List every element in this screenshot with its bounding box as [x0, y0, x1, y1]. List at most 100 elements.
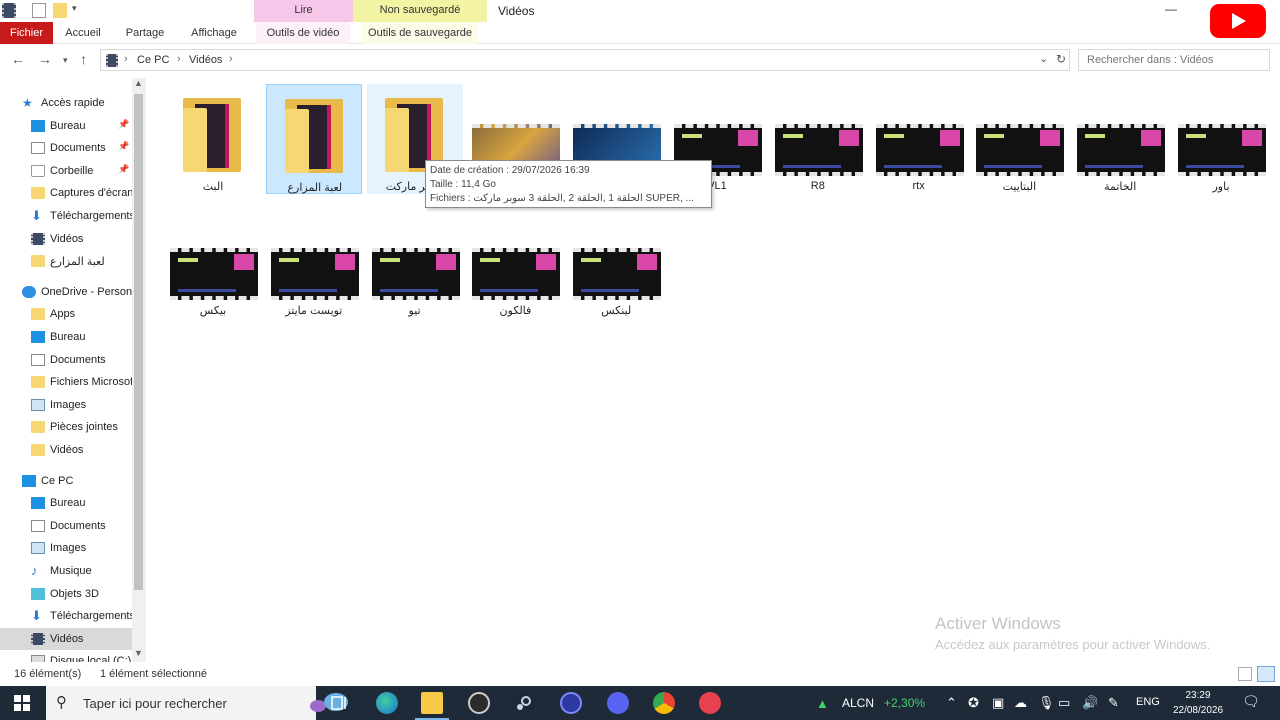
sidebar-item[interactable]: Corbeille 📌 — [0, 160, 132, 182]
sidebar-item[interactable]: Images — [0, 394, 132, 416]
folder-item[interactable]: البث — [165, 84, 261, 194]
breadcrumb-chevron-icon[interactable]: › — [124, 53, 128, 65]
stock-ticker[interactable]: ALCN — [842, 696, 874, 710]
details-view-icon[interactable] — [1238, 667, 1252, 681]
pin-icon: 📌 — [118, 141, 130, 152]
clock-date: 22/08/2026 — [1172, 705, 1224, 716]
stock-change[interactable]: +2,30% — [884, 696, 925, 710]
sidebar-item[interactable]: Captures d'écran — [0, 182, 132, 204]
sidebar-item[interactable]: Objets 3D — [0, 583, 132, 605]
customize-qat-icon[interactable]: ▾ — [72, 3, 86, 18]
video-item[interactable]: لينكس — [568, 208, 664, 318]
tab-outils-de-video[interactable]: Outils de vidéo — [256, 22, 350, 44]
new-folder-icon[interactable] — [53, 3, 67, 18]
microphone-icon[interactable]: 🎙 — [1038, 695, 1055, 711]
sidebar-item[interactable]: Bureau 📌 — [0, 115, 132, 137]
file-explorer-icon[interactable] — [415, 692, 449, 720]
video-item[interactable]: rtx — [871, 84, 967, 194]
pen-workspace-icon[interactable]: ✎ — [1108, 695, 1119, 711]
tab-fichier[interactable]: Fichier — [0, 22, 53, 44]
breadcrumb-chevron-icon[interactable]: › — [177, 53, 181, 65]
sidebar-item[interactable]: ★ Accès rapide — [0, 92, 132, 114]
video-item[interactable]: R8 — [770, 84, 866, 194]
sidebar-scrollbar[interactable]: ▲ ▼ — [132, 78, 146, 662]
up-arrow-icon[interactable]: ↑ — [80, 51, 87, 67]
breadcrumb-chevron-icon[interactable]: › — [229, 53, 233, 65]
refresh-icon[interactable]: ↻ — [1056, 52, 1066, 66]
onedrive-cloud-icon[interactable]: ☁ — [1014, 695, 1027, 711]
sidebar-item[interactable]: Documents — [0, 515, 132, 537]
sidebar-item[interactable]: Apps — [0, 303, 132, 325]
minimize-button[interactable]: — — [1165, 2, 1177, 16]
discord-icon[interactable] — [607, 692, 629, 714]
breadcrumb-ce-pc[interactable]: Ce PC — [137, 54, 169, 66]
sidebar-scroll-thumb[interactable] — [134, 94, 143, 590]
sidebar-item[interactable]: Ce PC — [0, 470, 132, 492]
folder-item[interactable]: لعبة المزارع — [265, 84, 362, 194]
download-icon: ⬇ — [31, 208, 42, 223]
sidebar-item[interactable]: Images — [0, 537, 132, 559]
taskbar-search[interactable]: ⚲ Taper ici pour rechercher — [46, 686, 348, 720]
sidebar-item[interactable]: Vidéos — [0, 228, 132, 250]
sidebar-item[interactable]: Documents 📌 — [0, 137, 132, 159]
tab-affichage[interactable]: Affichage — [186, 22, 242, 44]
video-item[interactable]: تيو — [367, 208, 463, 318]
network-icon[interactable]: ▭ — [1058, 695, 1070, 711]
edge-browser-icon[interactable] — [376, 692, 398, 714]
video-item[interactable]: الخاتمة — [1072, 84, 1168, 194]
tab-outils-de-sauvegarde[interactable]: Outils de sauvegarde — [362, 22, 478, 44]
scroll-up-icon[interactable]: ▲ — [134, 78, 143, 88]
sidebar-item[interactable]: Disque local (C:) — [0, 650, 132, 662]
obs-studio-icon[interactable] — [468, 692, 490, 714]
sidebar-item[interactable]: Bureau — [0, 326, 132, 348]
sidebar-item-label: لعبة المزارع — [50, 256, 105, 269]
sidebar-item[interactable]: Vidéos — [0, 627, 132, 650]
language-indicator[interactable]: ENG — [1136, 696, 1160, 708]
sidebar-item[interactable]: لعبة المزارع — [0, 250, 132, 272]
notification-icon[interactable]: 🗨 — [1242, 693, 1260, 710]
steam-icon[interactable] — [513, 692, 535, 714]
search-box[interactable] — [1078, 49, 1270, 71]
screen-recorder-icon[interactable] — [699, 692, 721, 714]
video-item[interactable]: باور — [1173, 84, 1269, 194]
video-item[interactable]: بيكس — [165, 208, 261, 318]
video-item[interactable]: تويست مايتز — [266, 208, 362, 318]
sidebar-item[interactable]: Vidéos — [0, 439, 132, 461]
properties-icon[interactable] — [32, 3, 46, 18]
scroll-down-icon[interactable]: ▼ — [134, 648, 143, 658]
address-bar[interactable]: › Ce PC › Vidéos › ⌄ ↻ — [100, 49, 1070, 71]
task-view-icon[interactable] — [328, 692, 350, 714]
folder-info-tooltip: Date de création : 29/07/2026 16:39 Tail… — [425, 160, 712, 208]
back-arrow-icon[interactable]: ← — [11, 51, 25, 67]
video-item[interactable]: فالكون — [467, 208, 563, 318]
chrome-icon[interactable] — [653, 692, 675, 714]
tab-accueil[interactable]: Accueil — [60, 22, 106, 44]
video-thumbnail-icon — [371, 248, 460, 300]
video-thumbnail-icon — [270, 248, 359, 300]
sidebar-item[interactable]: Fichiers Microsoft — [0, 371, 132, 393]
tray-app-icon[interactable]: ✪ — [968, 695, 979, 711]
volume-icon[interactable]: 🔊 — [1082, 695, 1098, 711]
sidebar-item-label: Ce PC — [41, 474, 74, 487]
sidebar-item[interactable]: ♪ Musique — [0, 560, 132, 582]
sidebar-item-label: Apps — [50, 308, 76, 321]
cortana-icon[interactable] — [560, 692, 582, 714]
search-input[interactable] — [1079, 50, 1229, 70]
clock[interactable]: 23:29 22/08/2026 — [1170, 688, 1226, 718]
recent-locations-chevron-icon[interactable]: ▾ — [63, 55, 68, 66]
video-item[interactable]: البتاييت — [971, 84, 1067, 194]
sidebar-item[interactable]: OneDrive - Personal — [0, 281, 132, 303]
large-icons-view-icon[interactable] — [1257, 666, 1275, 682]
sidebar-item[interactable]: ⬇ Téléchargements — [0, 205, 132, 227]
windows-start-icon[interactable] — [14, 695, 30, 711]
tray-camera-icon[interactable]: ▣ — [992, 695, 1004, 711]
show-hidden-icons-icon[interactable]: ⌃ — [946, 695, 957, 711]
breadcrumb-videos[interactable]: Vidéos — [189, 54, 222, 66]
tab-partage[interactable]: Partage — [120, 22, 170, 44]
address-dropdown-icon[interactable]: ⌄ — [1039, 52, 1048, 65]
sidebar-item[interactable]: Pièces jointes — [0, 416, 132, 438]
sidebar-item[interactable]: Documents — [0, 349, 132, 371]
sidebar-item[interactable]: ⬇ Téléchargements — [0, 605, 132, 627]
forward-arrow-icon[interactable]: → — [38, 51, 52, 67]
sidebar-item[interactable]: Bureau — [0, 492, 132, 514]
